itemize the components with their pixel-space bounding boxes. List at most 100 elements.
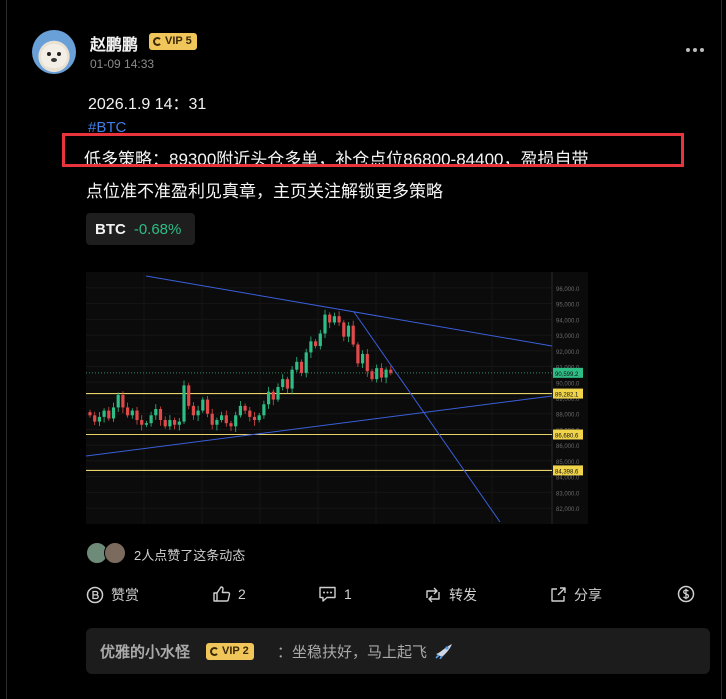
candle <box>102 410 106 417</box>
candle <box>107 410 111 419</box>
avatar-nose <box>51 58 57 62</box>
candle <box>384 369 388 378</box>
candle <box>220 415 224 421</box>
candle <box>346 325 351 337</box>
tip-button[interactable]: 赞赏 <box>86 585 139 605</box>
candle <box>361 353 365 364</box>
candle <box>337 316 341 323</box>
post-text-line-2: 点位准不准盈利见真章，主页关注解锁更多策略 <box>86 182 443 201</box>
share-icon <box>551 587 566 602</box>
candle <box>130 410 134 416</box>
highlight-box <box>62 133 684 167</box>
candle <box>309 341 313 353</box>
candle <box>224 415 228 424</box>
candle <box>158 409 163 421</box>
price-label: 90,599.2 <box>555 372 579 378</box>
candle <box>229 423 233 427</box>
candle <box>205 399 210 414</box>
candle <box>318 333 322 347</box>
y-tick-label: 90,000.0 <box>556 381 580 387</box>
like-button[interactable]: 2 <box>212 585 246 603</box>
candle <box>267 391 271 405</box>
card-border-left <box>6 0 7 699</box>
share-button[interactable]: 分享 <box>549 585 602 605</box>
candle <box>97 416 101 422</box>
candle <box>154 409 158 416</box>
candle <box>295 361 299 370</box>
y-tick-label: 93,000.0 <box>556 334 580 340</box>
candle <box>111 407 116 419</box>
price-label: 86,680.6 <box>555 434 579 440</box>
candle <box>121 394 125 408</box>
ticker-chip[interactable]: BTC -0.68% <box>86 213 195 245</box>
comment-count: 1 <box>344 586 352 602</box>
candle <box>271 391 275 400</box>
candle <box>177 421 181 425</box>
candle <box>173 420 177 425</box>
candle <box>201 399 205 411</box>
candle <box>365 353 369 372</box>
liker-avatars[interactable] <box>86 542 130 564</box>
candle <box>342 322 346 337</box>
candle <box>389 369 393 373</box>
coin-icon <box>86 586 104 604</box>
repost-icon <box>426 587 440 603</box>
commenter-name[interactable]: 优雅的小水怪 <box>100 641 190 662</box>
y-tick-label: 86,000.0 <box>556 444 580 450</box>
candle <box>126 407 130 416</box>
candle <box>168 420 172 427</box>
candle <box>234 415 238 427</box>
card-border-right <box>721 0 722 699</box>
share-label: 分享 <box>574 587 602 603</box>
candle <box>88 412 92 416</box>
candle <box>257 415 261 421</box>
liker-avatar <box>104 542 126 564</box>
candle <box>182 385 186 422</box>
dollar-icon <box>677 585 695 603</box>
author-name[interactable]: 赵鹏鹏 <box>90 31 138 55</box>
price-label: 89,282.1 <box>555 393 579 399</box>
price-label: 84,398.6 <box>555 469 579 475</box>
likes-summary[interactable]: 2人点赞了这条动态 <box>134 545 245 564</box>
candle <box>248 410 252 417</box>
candle <box>252 416 257 421</box>
author-vip-badge: VIP 5 <box>149 33 197 50</box>
candle <box>370 371 374 380</box>
post-datetime: 2026.1.9 14：31 <box>88 96 207 113</box>
repost-button[interactable]: 转发 <box>424 585 477 605</box>
candle <box>191 405 195 416</box>
more-options-icon[interactable] <box>686 48 704 52</box>
candle <box>210 413 214 425</box>
candle <box>187 385 191 406</box>
candle <box>262 404 266 416</box>
candle <box>375 368 379 380</box>
candle <box>304 352 308 373</box>
candle <box>328 314 332 323</box>
y-tick-label: 88,000.0 <box>556 413 580 419</box>
comment-button[interactable]: 1 <box>318 585 352 603</box>
tip-coin-button[interactable] <box>677 585 695 603</box>
like-count: 2 <box>238 586 246 602</box>
candle <box>351 325 355 345</box>
candle <box>238 405 242 416</box>
comment-icon <box>319 586 336 602</box>
candle <box>163 420 167 427</box>
author-avatar[interactable] <box>32 30 76 74</box>
ticker-change: -0.68% <box>133 220 182 238</box>
y-tick-label: 85,000.0 <box>556 460 580 466</box>
tip-label: 赞赏 <box>111 587 139 603</box>
y-tick-label: 83,000.0 <box>556 491 580 497</box>
y-tick-label: 95,000.0 <box>556 303 580 309</box>
candle <box>149 415 153 424</box>
price-chart[interactable]: 96,000.0 95,000.0 94,000.0 93,000.0 92,000.0… <box>86 272 588 524</box>
candle <box>299 361 304 373</box>
repost-label: 转发 <box>449 587 477 603</box>
avatar-eye-right <box>57 52 61 56</box>
y-tick-label: 84,000.0 <box>556 476 580 482</box>
y-tick-label: 96,000.0 <box>556 287 580 293</box>
ticker-symbol: BTC <box>95 220 126 238</box>
candle <box>144 423 148 425</box>
vip-icon <box>153 37 162 46</box>
post-timestamp: 01-09 14:33 <box>90 57 155 71</box>
y-tick-label: 82,000.0 <box>556 507 580 513</box>
